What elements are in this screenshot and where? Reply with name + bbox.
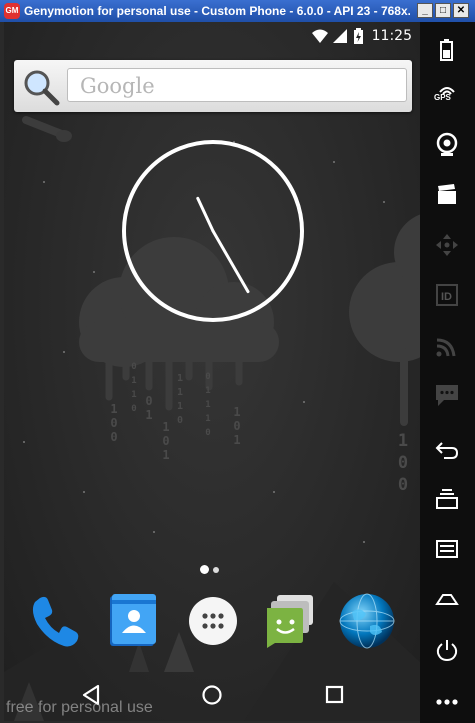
minimize-button[interactable]: _ — [417, 3, 433, 18]
menu-icon — [436, 540, 458, 558]
clock-minute-hand — [211, 229, 250, 294]
cast-icon — [436, 338, 456, 357]
apps-icon[interactable] — [184, 592, 242, 650]
window-title: Genymotion for personal use - Custom Pho… — [24, 4, 410, 18]
identifiers-button[interactable]: ID — [420, 272, 475, 316]
close-button[interactable]: ✕ — [453, 3, 469, 18]
comet-shape — [22, 116, 72, 142]
sidebar-menu-button[interactable] — [420, 527, 475, 571]
sms-icon — [436, 385, 458, 406]
emulator-sidebar: GPS ID — [420, 22, 475, 723]
video-capture-button[interactable] — [420, 172, 475, 216]
contacts-icon[interactable] — [104, 592, 162, 650]
gps-label: GPS — [434, 93, 451, 102]
binary-column: 1110 — [176, 373, 184, 426]
dpad-button[interactable] — [420, 222, 475, 266]
messenger-icon[interactable] — [261, 592, 319, 650]
sms-button[interactable] — [420, 372, 475, 416]
dpad-icon — [436, 234, 458, 256]
search-placeholder: Google — [80, 74, 155, 98]
binary-column: 0110 — [131, 362, 137, 414]
battery-button[interactable] — [420, 26, 475, 70]
webcam-button[interactable] — [420, 122, 475, 166]
back-icon — [435, 442, 459, 459]
identifiers-icon: ID — [436, 284, 458, 306]
power-button[interactable] — [420, 627, 475, 671]
power-icon — [436, 640, 458, 662]
gps-button[interactable]: GPS — [420, 72, 475, 116]
watermark-text: free for personal use — [6, 699, 153, 716]
clock-hour-hand — [196, 196, 215, 233]
webcam-icon — [436, 132, 458, 156]
window-titlebar: GM Genymotion for personal use - Custom … — [0, 0, 475, 22]
analog-clock-widget[interactable] — [121, 139, 305, 323]
sidebar-recents-button[interactable] — [420, 477, 475, 521]
phone-icon[interactable] — [26, 592, 84, 650]
status-time: 11:25 — [371, 28, 412, 44]
search-input[interactable]: Google — [67, 68, 407, 102]
browser-icon[interactable] — [338, 592, 396, 650]
page-dot — [213, 567, 219, 573]
page-dot-active — [200, 565, 209, 574]
battery-icon — [440, 39, 453, 61]
cloud-right — [349, 214, 420, 426]
binary-column: 100 — [397, 431, 409, 495]
binary-column: 101 — [162, 420, 170, 462]
genymotion-app-icon: GM — [4, 3, 20, 19]
identifiers-label: ID — [441, 291, 452, 303]
binary-column: 100 — [110, 402, 118, 444]
sidebar-home-button[interactable] — [420, 577, 475, 621]
battery-charging-icon — [354, 28, 363, 44]
status-bar: 11:25 — [4, 22, 420, 50]
recents-icon[interactable] — [325, 685, 345, 705]
home-icon[interactable] — [201, 684, 223, 706]
sidebar-back-button[interactable] — [420, 427, 475, 471]
binary-column: 01 — [145, 394, 153, 422]
signal-icon — [333, 29, 347, 43]
phone-screen: 100 0110 01 1110 101 01110 101 100 11:25… — [4, 22, 420, 721]
more-button[interactable] — [420, 677, 475, 721]
recents-icon — [436, 489, 458, 509]
google-search-widget[interactable]: Google — [14, 60, 412, 112]
binary-column: 101 — [233, 405, 241, 447]
more-icon — [436, 699, 458, 705]
home-icon — [435, 594, 459, 605]
video-icon — [438, 184, 456, 204]
maximize-button[interactable]: □ — [435, 3, 451, 18]
wifi-icon — [312, 29, 328, 43]
search-icon[interactable] — [22, 68, 60, 106]
binary-column: 01110 — [205, 372, 211, 438]
cast-button[interactable] — [420, 322, 475, 366]
